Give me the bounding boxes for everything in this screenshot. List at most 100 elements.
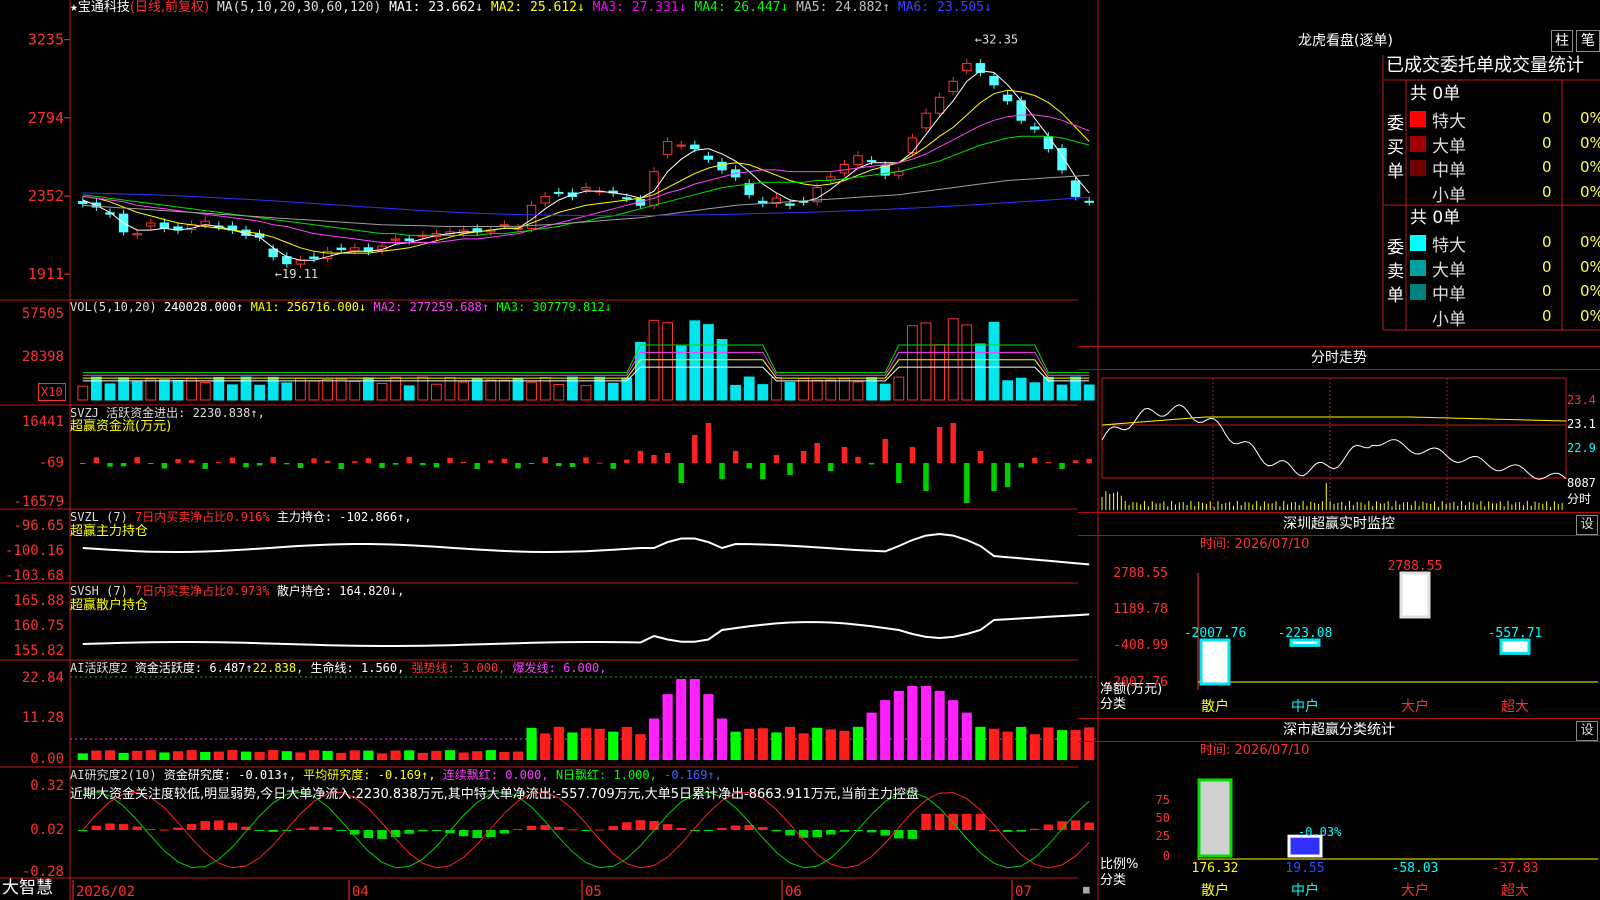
bar-mode-button[interactable]: 柱 xyxy=(1551,30,1573,52)
volume-bar xyxy=(227,384,238,401)
volume-bar xyxy=(403,385,415,401)
date-axis-label: 05 xyxy=(585,884,602,900)
ai-research-bar xyxy=(690,830,700,831)
volume-bar xyxy=(199,382,211,401)
ai-research-bar xyxy=(826,830,836,835)
svsh-tick-label: 165.88 xyxy=(13,593,64,609)
ai-research-bar xyxy=(268,830,278,832)
high-price-label: ←32.35 xyxy=(975,33,1018,47)
ai-active-bar xyxy=(744,728,755,760)
candle-body xyxy=(499,224,510,227)
ai-active-header: AI活跃度2 资金活跃度: 6.487↑22.838, 生命线: 1.560, … xyxy=(70,660,606,676)
volume-bar xyxy=(322,379,333,401)
ai-active-bar xyxy=(784,726,796,760)
monitor-title: 深圳超赢实时监控 xyxy=(1283,516,1395,532)
classify-tick-label: 50 xyxy=(1156,811,1170,825)
svzj-bar xyxy=(229,457,236,463)
monitor-bar-1 xyxy=(1199,638,1231,686)
fenshi-tick-label: 22.9 xyxy=(1567,441,1596,455)
candle-body xyxy=(744,183,754,196)
svzj-bar xyxy=(80,463,86,464)
svzj-bar xyxy=(556,463,562,467)
svzj-bar xyxy=(896,463,902,483)
fenshi-unit-label: 分时 xyxy=(1567,492,1591,506)
volume-bar xyxy=(1029,382,1041,401)
dragon-title: 龙虎看盘(逐单) xyxy=(1298,33,1393,49)
ai-research-bar xyxy=(458,830,469,837)
svzj-bar xyxy=(420,463,426,466)
svzl-subtitle: 超赢主力持仓 xyxy=(70,524,149,539)
volume-bar xyxy=(159,379,170,401)
ai-active-bar xyxy=(512,751,524,760)
classify-category-label: 超大 xyxy=(1501,883,1529,899)
monitor-category-label: 超大 xyxy=(1501,699,1529,715)
svzj-bar xyxy=(216,462,222,464)
ai-research-bar xyxy=(91,825,102,830)
volume-bar xyxy=(458,381,469,401)
ai-active-burst: 爆发线: 6.000, xyxy=(512,661,607,675)
classify-extra-label: -0.03% xyxy=(1298,825,1342,839)
svzj-bar xyxy=(93,457,100,463)
candle-body xyxy=(581,187,591,191)
svzj-bar xyxy=(569,463,576,467)
ai-active-bar xyxy=(771,732,782,760)
svzj-bar xyxy=(692,435,698,463)
tick-mode-button[interactable]: 笔 xyxy=(1576,30,1600,52)
svzj-bar xyxy=(909,447,916,463)
volume-bar xyxy=(825,379,837,401)
ai-research-bar xyxy=(880,830,890,836)
ai-active-bar xyxy=(648,718,660,760)
volume-bar xyxy=(879,383,891,401)
svzj-bar xyxy=(855,457,861,463)
app-logo[interactable]: 大智慧 xyxy=(2,880,53,897)
svzj-bar xyxy=(379,463,385,468)
fenshi-vol-label: 8087 xyxy=(1567,476,1596,490)
ai-research-bar xyxy=(1016,830,1026,832)
ai-active-bar xyxy=(240,751,252,760)
ai-active-tick-label: 11.28 xyxy=(22,710,64,726)
svzj-bar xyxy=(828,463,834,471)
ai-research-bar xyxy=(227,822,238,830)
ma-line-ma6 xyxy=(82,192,1090,217)
ma-value-4: MA4: 26.447↓ xyxy=(686,0,789,15)
svzj-bar xyxy=(515,463,521,469)
scroll-lock-icon[interactable]: ■ xyxy=(1083,882,1090,898)
ai-research-bar xyxy=(1030,828,1040,830)
volume-bar xyxy=(254,384,265,401)
ai-research-bar xyxy=(622,822,632,830)
candle-body xyxy=(1002,94,1013,102)
buy-orders-label: 委买单 xyxy=(1387,114,1404,182)
candle-body xyxy=(1030,126,1040,130)
buy-row-qty-1: 0 xyxy=(1542,109,1552,127)
ai-active-bar xyxy=(662,694,673,760)
ai-research-bar xyxy=(662,824,673,830)
ai-active-bar xyxy=(1043,727,1054,760)
volume-bar xyxy=(1002,380,1013,401)
buy-row-pct-2: 0% xyxy=(1580,133,1600,152)
ai-active-bar xyxy=(186,750,197,760)
classify-axis-label2: 分类 xyxy=(1100,873,1127,888)
fenshi-title: 分时走势 xyxy=(1311,350,1367,366)
classify-settings-button[interactable]: 设 xyxy=(1576,721,1598,741)
candle-body xyxy=(690,144,700,150)
svzj-bar xyxy=(188,460,195,463)
chart-canvas[interactable]: 3235 2794 2352 1911 ←32.35 ←19.11 57505 28398 16… xyxy=(0,0,1600,900)
ai-research-bar xyxy=(771,830,782,832)
ai-research-bar xyxy=(948,813,958,830)
ai-research-bar xyxy=(812,830,822,838)
volume-bar xyxy=(104,383,116,401)
monitor-settings-button[interactable]: 设 xyxy=(1576,515,1598,535)
svzj-bar xyxy=(365,458,372,463)
candle-body xyxy=(1043,136,1054,150)
orders-tabs-label[interactable]: 已成交委托单成交量统计 xyxy=(1386,55,1584,77)
ai-research-bar xyxy=(594,829,605,831)
ma-value-2: MA2: 25.612↓ xyxy=(483,0,585,15)
ai-active-bar xyxy=(132,750,143,760)
stock-name[interactable]: 宝通科技 xyxy=(78,0,130,15)
volume-bar xyxy=(172,380,184,401)
svzj-bar xyxy=(610,463,616,469)
volume-bar xyxy=(295,377,306,401)
ai-active-bar xyxy=(1029,734,1040,760)
svzj-bar xyxy=(311,458,317,463)
vol-tick-label: 57505 xyxy=(22,306,64,322)
